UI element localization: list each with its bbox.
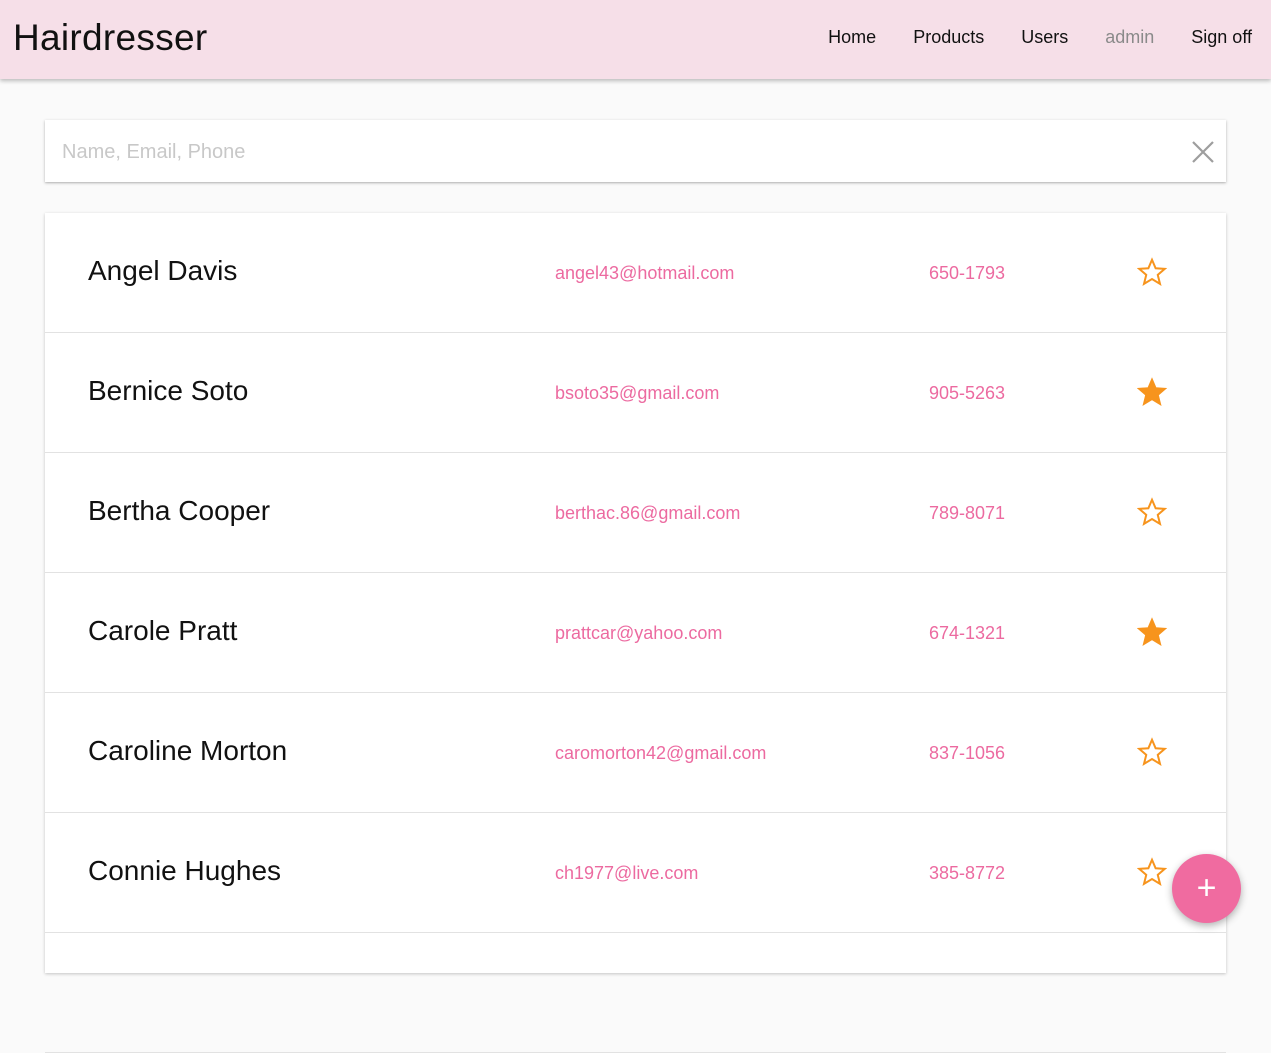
user-phone: 674-1321: [929, 623, 1006, 643]
user-name: Connie Hughes: [88, 855, 282, 886]
user-phone: 789-8071: [929, 503, 1006, 523]
star-filled-icon[interactable]: [1137, 377, 1167, 407]
search-input[interactable]: [60, 132, 1174, 172]
plus-icon: +: [1196, 868, 1217, 907]
user-row[interactable]: Caroline Morton caromorton42@gmail.com 8…: [45, 693, 1226, 813]
user-name: Caroline Morton: [88, 735, 288, 766]
user-name: Carole Pratt: [88, 615, 238, 646]
user-email: angel43@hotmail.com: [555, 263, 735, 283]
user-name: Bernice Soto: [88, 375, 249, 406]
nav-products[interactable]: Products: [913, 27, 984, 48]
user-row[interactable]: Angel Davis angel43@hotmail.com 650-1793: [45, 213, 1226, 333]
user-name: Bertha Cooper: [88, 495, 271, 526]
nav-sign-off[interactable]: Sign off: [1191, 27, 1252, 48]
nav-users[interactable]: Users: [1021, 27, 1068, 48]
nav-home[interactable]: Home: [828, 27, 876, 48]
app-title: Hairdresser: [13, 17, 208, 58]
user-email: ch1977@live.com: [555, 863, 699, 883]
top-nav: Home Products Users admin Sign off: [791, 27, 1252, 48]
star-filled-icon[interactable]: [1137, 617, 1167, 647]
user-phone: 905-5263: [929, 383, 1006, 403]
star-outline-icon[interactable]: [1137, 257, 1167, 287]
user-name: Angel Davis: [88, 255, 238, 286]
user-row[interactable]: Bertha Cooper berthac.86@gmail.com 789-8…: [45, 453, 1226, 573]
search-bar: [45, 120, 1226, 182]
user-email: prattcar@yahoo.com: [555, 623, 723, 643]
user-row[interactable]: Bernice Soto bsoto35@gmail.com 905-5263: [45, 333, 1226, 453]
user-row[interactable]: Carole Pratt prattcar@yahoo.com 674-1321: [45, 573, 1226, 693]
star-outline-icon[interactable]: [1137, 737, 1167, 767]
user-phone: 385-8772: [929, 863, 1006, 883]
star-outline-icon[interactable]: [1137, 857, 1167, 887]
app-bar: Hairdresser Home Products Users admin Si…: [0, 0, 1271, 79]
user-email: berthac.86@gmail.com: [555, 503, 741, 523]
user-phone: 837-1056: [929, 743, 1006, 763]
add-user-button[interactable]: +: [1172, 854, 1241, 923]
user-email: bsoto35@gmail.com: [555, 383, 720, 403]
nav-current-user[interactable]: admin: [1105, 27, 1154, 48]
user-phone: 650-1793: [929, 263, 1006, 283]
user-list: Angel Davis angel43@hotmail.com 650-1793…: [45, 213, 1226, 1053]
user-email: caromorton42@gmail.com: [555, 743, 767, 763]
close-icon[interactable]: [1191, 140, 1215, 164]
user-row[interactable]: [45, 933, 1226, 1053]
user-row[interactable]: Connie Hughes ch1977@live.com 385-8772: [45, 813, 1226, 933]
star-outline-icon[interactable]: [1137, 497, 1167, 527]
